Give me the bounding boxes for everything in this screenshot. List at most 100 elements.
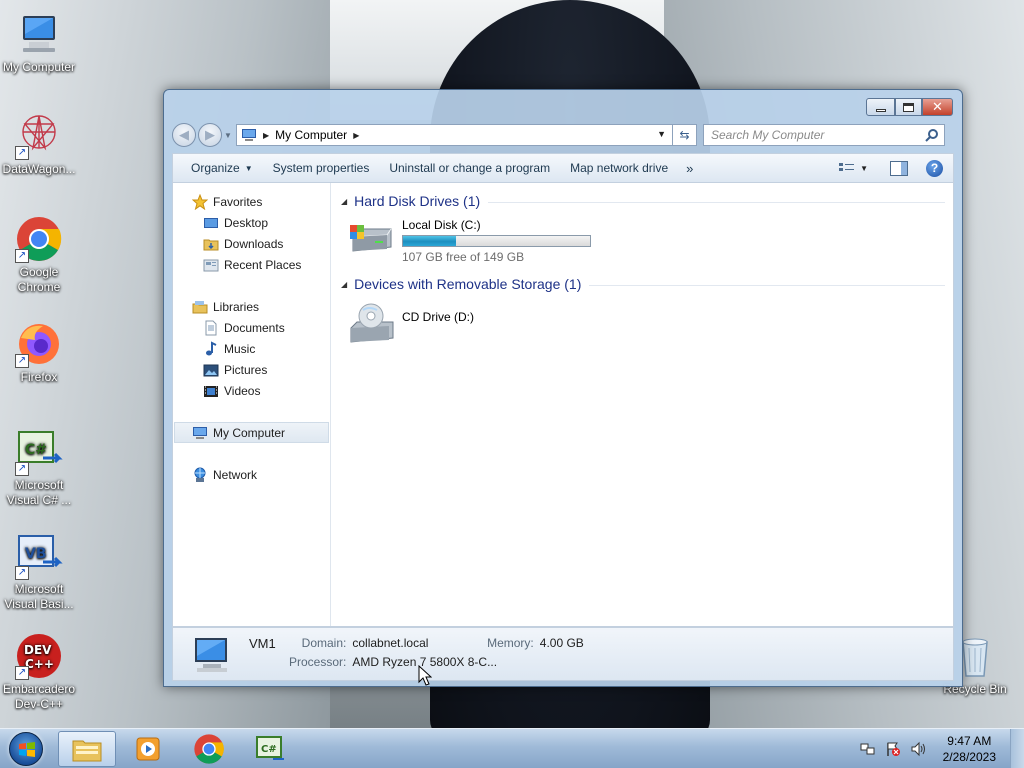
taskbar: C# 9:47 AM 2/28/2023	[0, 728, 1024, 768]
taskbar-explorer[interactable]	[58, 730, 116, 767]
uninstall-program-button[interactable]: Uninstall or change a program	[379, 156, 560, 180]
domain-label: Domain:	[301, 636, 347, 650]
forward-button[interactable]: ▶	[198, 123, 222, 147]
group-header-hard-disk-drives[interactable]: ◢ Hard Disk Drives (1)	[339, 191, 945, 211]
clock[interactable]: 9:47 AM 2/28/2023	[943, 733, 996, 765]
desktop-icon-label: Microsoft Visual C# ...	[6, 478, 72, 507]
mouse-cursor-icon	[418, 665, 432, 686]
nav-item-documents[interactable]: Documents	[173, 317, 330, 338]
desktop-icon-chrome[interactable]: ↗ Google Chrome	[0, 215, 78, 295]
recent-pages-dropdown[interactable]: ▼	[222, 131, 234, 140]
organize-button[interactable]: Organize ▼	[181, 156, 263, 180]
navigation-pane: Favorites Desktop Downloads Recent Place…	[173, 183, 331, 626]
shortcut-arrow-icon: ↗	[15, 666, 29, 680]
show-desktop-button[interactable]	[1010, 728, 1024, 768]
documents-icon	[203, 320, 219, 336]
breadcrumb-my-computer[interactable]: My Computer	[275, 128, 347, 142]
desktop-icon-visual-csharp[interactable]: C# ↗ Microsoft Visual C# ...	[0, 428, 78, 508]
view-options-chevron-icon[interactable]: ▼	[860, 164, 868, 173]
address-history-dropdown[interactable]: ▼	[657, 129, 666, 139]
refresh-icon: ⇆	[679, 128, 690, 142]
desktop-icon-datawagon[interactable]: ↗ DataWagon...	[0, 112, 78, 177]
taskbar-media-player[interactable]	[119, 731, 177, 767]
nav-label: Documents	[224, 320, 285, 335]
map-network-drive-button[interactable]: Map network drive	[560, 156, 678, 180]
refresh-button[interactable]: ⇆	[673, 124, 697, 146]
start-button[interactable]	[6, 729, 46, 768]
network-status-icon[interactable]	[860, 741, 876, 757]
organize-label: Organize	[191, 161, 240, 175]
nav-item-recent-places[interactable]: Recent Places	[173, 254, 330, 275]
nav-label: Libraries	[213, 299, 260, 314]
shortcut-arrow-icon: ↗	[15, 249, 29, 263]
desktop-icon-label: DataWagon...	[2, 162, 76, 176]
chrome-icon: ↗	[15, 215, 63, 263]
desktop-icon-devcpp[interactable]: DEV C++ ↗ Embarcadero Dev-C++	[0, 632, 78, 712]
maximize-button[interactable]	[895, 98, 922, 116]
nav-item-desktop[interactable]: Desktop	[173, 212, 330, 233]
breadcrumb-arrow-icon[interactable]: ▶	[263, 131, 269, 140]
group-divider	[589, 284, 945, 286]
search-box[interactable]	[703, 124, 945, 146]
group-header-removable-storage[interactable]: ◢ Devices with Removable Storage (1)	[339, 274, 945, 294]
devcpp-icon: DEV C++ ↗	[15, 632, 63, 680]
nav-label: Videos	[224, 383, 261, 398]
drive-name: Local Disk (C:)	[402, 218, 481, 232]
shortcut-arrow-icon: ↗	[15, 354, 29, 368]
chrome-icon	[194, 733, 224, 764]
media-player-icon	[136, 737, 160, 760]
visual-csharp-icon: C# ↗	[15, 428, 63, 476]
svg-text:C++: C++	[25, 657, 54, 671]
collapse-triangle-icon[interactable]: ◢	[341, 197, 347, 206]
change-view-icon[interactable]	[838, 161, 856, 175]
videos-icon	[203, 383, 219, 399]
taskbar-visual-csharp[interactable]: C#	[241, 731, 299, 767]
breadcrumb-arrow-icon[interactable]: ▶	[353, 131, 359, 140]
nav-label: Pictures	[224, 362, 268, 377]
desktop-icon-my-computer[interactable]: My Computer	[0, 10, 78, 75]
shortcut-arrow-icon: ↗	[15, 146, 29, 160]
desktop-icon-label: Google Chrome	[17, 265, 61, 294]
preview-pane-icon[interactable]	[890, 160, 908, 176]
back-button[interactable]: ◀	[172, 123, 196, 147]
drive-item-cd-drive-d[interactable]: CD Drive (D:)	[339, 302, 945, 343]
search-icon[interactable]	[925, 128, 939, 142]
taskbar-chrome[interactable]	[180, 731, 238, 767]
desktop-icon-firefox[interactable]: ↗ Firefox	[0, 320, 78, 385]
nav-item-network[interactable]: Network	[173, 464, 330, 485]
computer-icon	[192, 425, 208, 441]
volume-icon[interactable]	[910, 741, 926, 757]
system-properties-button[interactable]: System properties	[263, 156, 380, 180]
nav-item-downloads[interactable]: Downloads	[173, 233, 330, 254]
view-controls: ▼ ?	[838, 159, 953, 177]
nav-item-music[interactable]: Music	[173, 338, 330, 359]
nav-item-pictures[interactable]: Pictures	[173, 359, 330, 380]
collapse-triangle-icon[interactable]: ◢	[341, 280, 347, 289]
nav-item-my-computer[interactable]: My Computer	[174, 422, 329, 443]
address-bar[interactable]: ▶ My Computer ▶ ▼	[236, 124, 673, 146]
firefox-icon: ↗	[15, 320, 63, 368]
explorer-content: Favorites Desktop Downloads Recent Place…	[172, 183, 954, 627]
windows-logo-icon	[9, 731, 43, 766]
memory-label: Memory:	[487, 636, 534, 650]
help-icon[interactable]: ?	[926, 159, 943, 177]
close-button[interactable]: ✕	[922, 98, 953, 116]
minimize-button[interactable]	[866, 98, 895, 116]
drive-item-local-disk-c[interactable]: Local Disk (C:) 107 GB free of 149 GB	[339, 217, 945, 264]
shortcut-arrow-icon: ↗	[15, 462, 29, 476]
nav-item-videos[interactable]: Videos	[173, 380, 330, 401]
music-note-icon	[203, 340, 219, 357]
pictures-icon	[203, 362, 219, 378]
svg-text:DEV: DEV	[24, 643, 52, 657]
group-header-label: Hard Disk Drives (1)	[354, 193, 481, 209]
search-input[interactable]	[711, 128, 911, 142]
more-commands-button[interactable]: »	[678, 161, 701, 176]
action-center-flag-icon[interactable]	[885, 741, 901, 757]
navigation-bar: ◀ ▶ ▼ ▶ My Computer ▶ ▼ ⇆	[172, 122, 954, 148]
nav-item-libraries[interactable]: Libraries	[173, 296, 330, 317]
star-icon	[192, 193, 208, 210]
nav-item-favorites[interactable]: Favorites	[173, 191, 330, 212]
chevron-down-icon: ▼	[244, 163, 253, 173]
desktop-icon-visual-basic[interactable]: VB ↗ Microsoft Visual Basi...	[0, 532, 78, 612]
